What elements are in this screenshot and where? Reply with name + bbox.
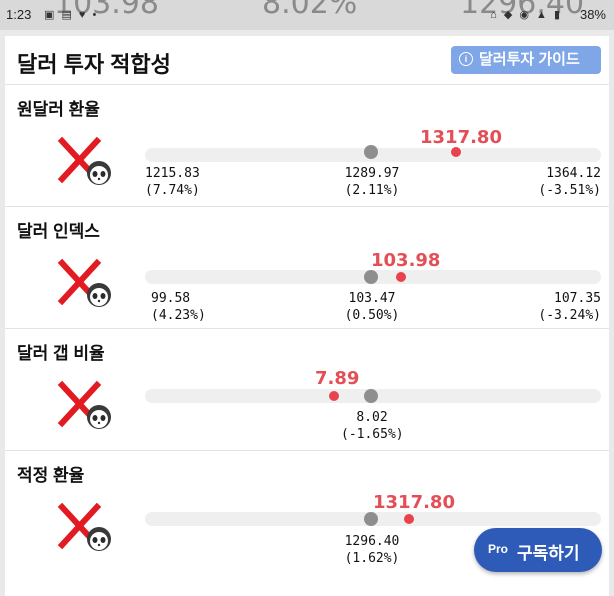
card-header: 달러 투자 적합성 i 달러투자 가이드 [5, 36, 609, 85]
guide-button-label: 달러투자 가이드 [479, 51, 580, 68]
notification-icons: ▣ ▤ ♥ • [44, 9, 99, 21]
mid-value-number: 8.02 [356, 410, 388, 425]
ghost-value: 8.02% [262, 0, 358, 21]
status-time: 1:23 [6, 7, 32, 22]
mid-marker [364, 145, 378, 159]
low-value-number: 99.58 [151, 291, 191, 306]
section-label: 달러 갭 비율 [17, 344, 105, 363]
mid-value: 8.02 (-1.65%) [341, 409, 404, 443]
high-value-number: 107.35 [554, 291, 601, 306]
current-marker [404, 514, 414, 524]
info-icon: i [459, 52, 473, 67]
red-x-icon [57, 258, 111, 307]
section-won-dollar-rate: 원달러 환율 1317.80 1215.83 (7.74%) 1289.97 (… [5, 85, 609, 207]
low-value-number: 1215.83 [145, 166, 200, 181]
mid-marker [364, 389, 378, 403]
mid-value-pct: (2.11%) [344, 183, 400, 198]
panda-mascot-icon [87, 527, 111, 551]
high-value-pct: (-3.51%) [538, 183, 601, 198]
mid-value-pct: (1.62%) [344, 551, 400, 566]
section-label: 원달러 환율 [17, 100, 100, 119]
mid-value-number: 1289.97 [344, 166, 400, 181]
current-marker [329, 391, 339, 401]
pro-subscribe-button[interactable]: Pro 구독하기 [474, 528, 602, 572]
low-value: 99.58 (4.23%) [151, 290, 206, 324]
section-label: 적정 환율 [17, 466, 85, 485]
current-value: 1317.80 [420, 127, 502, 148]
panda-mascot-icon [87, 283, 111, 307]
subscribe-label: 구독하기 [517, 544, 580, 563]
panda-mascot-icon [87, 405, 111, 429]
red-x-icon [57, 136, 111, 185]
mid-value-pct: (0.50%) [344, 308, 400, 323]
current-value: 103.98 [371, 250, 441, 271]
battery-level: 38% [579, 7, 606, 22]
section-fair-exchange-rate: 적정 환율 1317.80 1296.40 (1.62%) [5, 451, 609, 596]
high-value: 107.35 (-3.24%) [521, 290, 601, 324]
high-value-pct: (-3.24%) [538, 308, 601, 323]
current-marker [451, 147, 461, 157]
mid-marker [364, 512, 378, 526]
mid-value: 1296.40 (1.62%) [339, 533, 405, 567]
page-title: 달러 투자 적합성 [17, 52, 171, 77]
panda-mascot-icon [87, 161, 111, 185]
section-label: 달러 인덱스 [17, 222, 100, 241]
mid-value-number: 103.47 [348, 291, 396, 306]
low-value-pct: (7.74%) [145, 183, 200, 198]
system-icons: ⌂ ◆ ◉ ▲ ▮ [490, 9, 562, 21]
investment-fitness-card: 달러 투자 적합성 i 달러투자 가이드 원달러 환율 1317.80 1215.… [5, 36, 609, 596]
section-dollar-index: 달러 인덱스 103.98 99.58 (4.23%) 103.47 (0.50… [5, 207, 609, 329]
high-value-number: 1364.12 [546, 166, 601, 181]
mid-marker [364, 270, 378, 284]
mid-value-number: 1296.40 [344, 534, 400, 549]
current-value: 1317.80 [373, 492, 455, 513]
current-marker [396, 272, 406, 282]
low-value: 1215.83 (7.74%) [145, 165, 200, 199]
mid-value: 1289.97 (2.11%) [341, 165, 403, 199]
high-value: 1364.12 (-3.51%) [521, 165, 601, 199]
status-bar: 103.98 8.02% 1296.40 1:23 ▣ ▤ ♥ • ⌂ ◆ ◉ … [0, 0, 614, 30]
red-x-icon [57, 380, 111, 429]
low-value-pct: (4.23%) [151, 308, 206, 323]
pro-tag: Pro [488, 542, 509, 556]
guide-button[interactable]: i 달러투자 가이드 [451, 46, 601, 74]
current-value: 7.89 [315, 368, 360, 389]
red-x-icon [57, 502, 111, 551]
section-dollar-gap-ratio: 달러 갭 비율 7.89 8.02 (-1.65%) [5, 329, 609, 451]
mid-value: 103.47 (0.50%) [341, 290, 403, 324]
mid-value-pct: (-1.65%) [341, 427, 404, 442]
